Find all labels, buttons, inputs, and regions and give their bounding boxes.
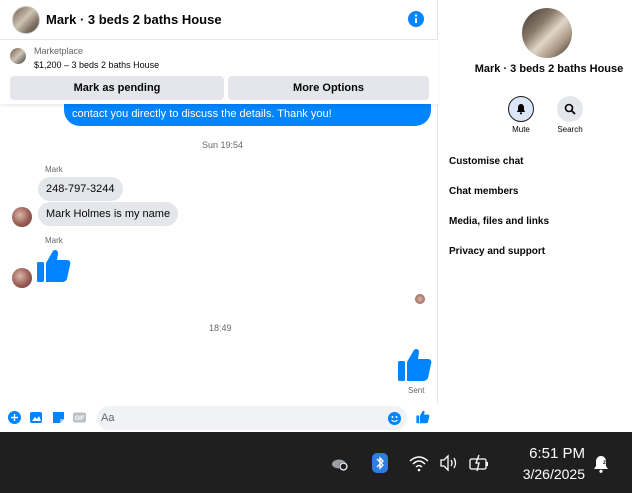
sender-name: Mark [45,236,63,245]
svg-text:GIF: GIF [75,416,85,422]
panel-avatar[interactable] [522,8,572,58]
message-input[interactable] [101,408,381,428]
plus-icon[interactable] [8,411,21,424]
onedrive-sync-icon[interactable] [330,453,350,473]
svg-text:z: z [603,460,606,466]
menu-chat-members[interactable]: Chat members [449,186,518,197]
search-action[interactable]: Search [550,96,590,134]
thumbs-up-icon [37,249,71,282]
gallery-icon[interactable] [30,411,43,424]
taskbar: 6:51 PM 3/26/2025 z [0,432,632,493]
marketplace-bar: Marketplace $1,200 – 3 beds 2 baths Hous… [0,40,438,104]
clock-time[interactable]: 6:51 PM [505,445,585,462]
bell-circle[interactable] [508,96,534,122]
marketplace-label: Marketplace [34,46,84,56]
panel-title: Mark · 3 beds 2 baths House [474,63,624,75]
search-icon [564,103,576,115]
sent-status: Sent [408,386,425,395]
outgoing-message: contact you directly to discuss the deta… [64,102,431,126]
timestamp: Sun 19:54 [202,140,244,150]
sender-name: Mark [45,165,63,174]
more-options-button[interactable]: More Options [228,76,429,100]
mark-pending-button[interactable]: Mark as pending [10,76,224,100]
volume-icon[interactable] [439,453,459,473]
listing-thumbnail[interactable] [10,48,26,64]
listing-title[interactable]: $1,200 – 3 beds 2 baths House [34,60,159,70]
message-input-box[interactable] [97,406,407,430]
clock-date[interactable]: 3/26/2025 [505,466,585,482]
menu-media-files-links[interactable]: Media, files and links [449,216,549,227]
menu-privacy-support[interactable]: Privacy and support [449,246,545,257]
timestamp: 18:49 [209,323,232,333]
wifi-icon[interactable] [409,453,429,473]
seen-indicator-avatar [415,294,425,304]
menu-customise-chat[interactable]: Customise chat [449,156,523,167]
sender-avatar[interactable] [12,207,32,227]
chat-header: Mark · 3 beds 2 baths House [0,0,438,40]
battery-charging-icon[interactable] [469,453,489,473]
composer: GIF [0,404,438,432]
incoming-message: Mark Holmes is my name [38,202,179,226]
like-button-icon[interactable] [416,410,430,424]
mute-action[interactable]: Mute [501,96,541,134]
notification-bell-icon[interactable]: z [591,454,611,474]
conversation-info-panel: Mark · 3 beds 2 baths House Mute Search … [438,0,632,432]
mute-label: Mute [512,125,530,134]
search-label: Search [557,125,583,134]
gif-icon[interactable]: GIF [73,411,86,424]
sender-avatar[interactable] [12,268,32,288]
chat-window: Mark · 3 beds 2 baths House Marketplace … [0,0,438,432]
search-circle[interactable] [557,96,583,122]
emoji-icon[interactable] [388,412,401,425]
bell-icon [516,104,526,115]
contact-avatar[interactable] [12,5,40,34]
chat-title[interactable]: Mark · 3 beds 2 baths House [46,12,222,27]
bluetooth-icon[interactable] [370,453,390,473]
thumbs-up-icon [398,348,432,381]
sticker-icon[interactable] [52,411,65,424]
incoming-message: 248-797-3244 [38,177,123,201]
info-icon[interactable] [408,11,424,27]
